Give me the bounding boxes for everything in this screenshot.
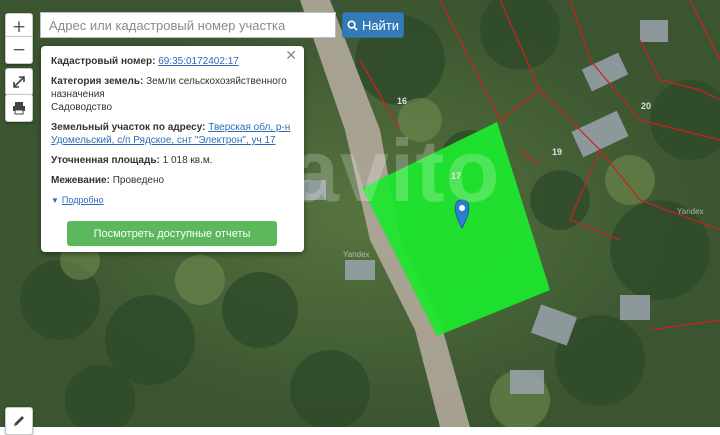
fullscreen-button[interactable] — [5, 68, 33, 96]
parcel-info-popup: ✕ Кадастровый номер: 69:35:0172402:17 Ка… — [41, 46, 304, 252]
map-attribution: Yandex — [343, 250, 370, 259]
address-row: Земельный участок по адресу: Тверская об… — [51, 121, 294, 147]
print-button[interactable] — [5, 94, 33, 122]
search-icon — [347, 19, 358, 31]
survey-row: Межевание: Проведено — [51, 174, 294, 187]
zoom-out-button[interactable]: − — [5, 36, 33, 64]
survey-value: Проведено — [112, 175, 165, 186]
map-attribution: Yandex — [677, 207, 704, 216]
area-value: 1 018 кв.м. — [162, 155, 213, 166]
watermark: avito — [290, 121, 501, 220]
plot-number-label: 19 — [552, 147, 563, 157]
plot-number-label: 16 — [397, 96, 408, 106]
land-use-value: Садоводство — [51, 102, 113, 113]
survey-label: Межевание: — [51, 175, 110, 186]
draw-button[interactable] — [5, 407, 33, 435]
cadastral-number-link[interactable]: 69:35:0172402:17 — [158, 56, 239, 67]
address-label: Земельный участок по адресу: — [51, 122, 206, 133]
search-button[interactable]: Найти — [342, 12, 404, 38]
caret-down-icon: ▼ — [51, 196, 59, 205]
search-input[interactable] — [40, 12, 336, 38]
search-button-label: Найти — [361, 17, 400, 33]
more-details-link[interactable]: Подробно — [62, 195, 104, 205]
cadastral-number-row: Кадастровый номер: 69:35:0172402:17 — [51, 55, 294, 68]
land-category-label: Категория земель: — [51, 76, 144, 87]
plot-number-label: 20 — [641, 101, 652, 111]
view-reports-button[interactable]: Посмотреть доступные отчеты — [67, 221, 277, 246]
printer-icon — [13, 102, 25, 115]
close-icon[interactable]: ✕ — [285, 49, 297, 63]
expand-icon — [13, 76, 25, 88]
area-row: Уточненная площадь: 1 018 кв.м. — [51, 154, 294, 167]
area-label: Уточненная площадь: — [51, 155, 160, 166]
more-details-toggle[interactable]: ▼ Подробно — [51, 194, 294, 207]
cadastral-number-label: Кадастровый номер: — [51, 56, 156, 67]
pencil-icon — [14, 416, 24, 426]
land-category-row: Категория земель: Земли сельскохозяйстве… — [51, 75, 294, 114]
